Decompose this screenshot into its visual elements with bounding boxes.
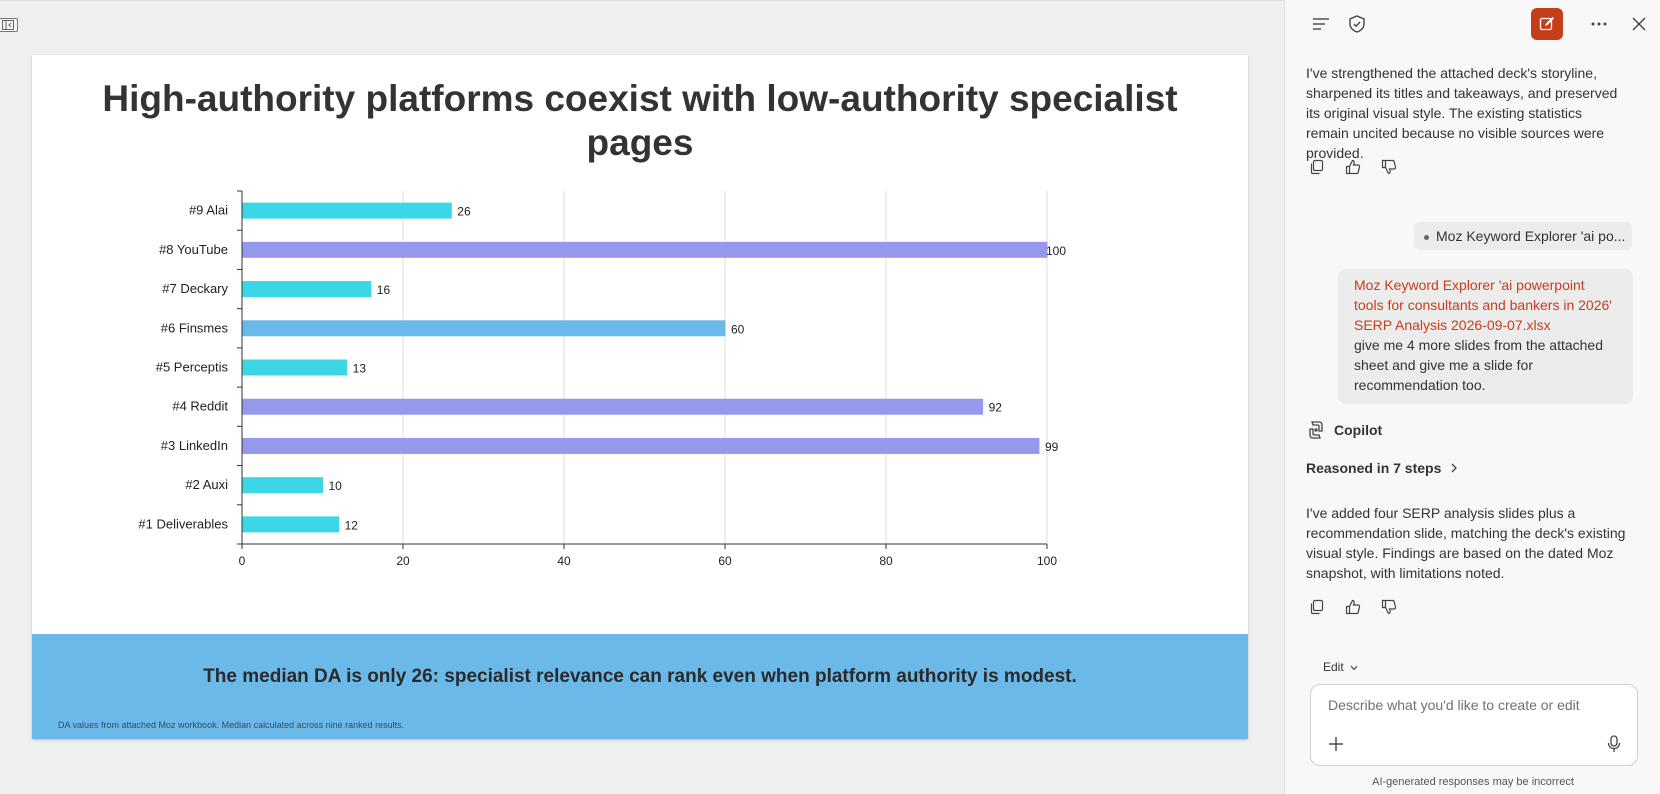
thumbs-up-icon[interactable] — [1342, 596, 1364, 618]
mode-label: Edit — [1323, 660, 1344, 674]
message-actions-2 — [1306, 596, 1400, 618]
bar — [242, 202, 452, 219]
category-label: #2 Auxi — [185, 477, 228, 492]
copy-icon[interactable] — [1306, 596, 1328, 618]
more-icon[interactable] — [1587, 12, 1611, 36]
category-label: #7 Deckary — [162, 281, 228, 296]
category-label: #6 Finsmes — [161, 320, 229, 335]
category-label: #8 YouTube — [159, 242, 228, 257]
reasoning-toggle[interactable]: Reasoned in 7 steps — [1306, 460, 1459, 476]
x-tick-label: 20 — [396, 554, 410, 568]
category-label: #9 Alai — [189, 203, 228, 218]
menu-lines-icon[interactable] — [1309, 12, 1333, 36]
copilot-icon — [1309, 421, 1323, 439]
thumbs-down-icon[interactable] — [1378, 596, 1400, 618]
mode-selector[interactable]: Edit — [1323, 660, 1358, 674]
attachment-chip-label: Moz Keyword Explorer 'ai po... — [1436, 228, 1626, 244]
x-tick-label: 100 — [1037, 554, 1057, 568]
value-label: 60 — [731, 322, 745, 336]
user-request-text: give me 4 more slides from the attached … — [1354, 337, 1604, 393]
bar — [242, 516, 340, 533]
bar — [242, 241, 1048, 258]
plus-icon[interactable] — [1325, 733, 1347, 755]
value-label: 92 — [989, 401, 1003, 415]
bar — [242, 398, 984, 415]
collapse-pane-button[interactable] — [0, 18, 18, 32]
microphone-icon[interactable] — [1603, 733, 1625, 755]
value-label: 12 — [345, 518, 359, 532]
value-label: 13 — [353, 362, 367, 376]
thumbs-up-icon[interactable] — [1342, 156, 1364, 178]
value-label: 26 — [457, 205, 471, 219]
attachment-chip[interactable]: Moz Keyword Explorer 'ai po... — [1414, 222, 1632, 250]
attachment-link[interactable]: Moz Keyword Explorer 'ai powerpoint tool… — [1354, 277, 1612, 333]
slide-canvas[interactable]: High-authority platforms coexist with lo… — [32, 55, 1248, 739]
assistant-header: Copilot — [1306, 420, 1382, 440]
panel-toolbar — [1285, 0, 1660, 48]
user-message: Moz Keyword Explorer 'ai powerpoint tool… — [1338, 269, 1633, 404]
category-label: #5 Perceptis — [156, 360, 229, 375]
bar — [242, 359, 348, 376]
takeaway-band: The median DA is only 26: specialist rel… — [32, 634, 1248, 739]
x-tick-label: 80 — [879, 554, 893, 568]
thumbs-down-icon[interactable] — [1378, 156, 1400, 178]
compose-icon — [1539, 17, 1554, 31]
bar-chart[interactable]: 0 20 40 60 80 100 #9 Alai 26 #8 YouTube 100 #7 Dec… — [32, 55, 1248, 635]
panel-collapse-icon — [2, 20, 14, 30]
value-label: 10 — [329, 479, 343, 493]
x-tick-label: 60 — [718, 554, 732, 568]
copy-icon[interactable] — [1306, 156, 1328, 178]
bar — [242, 477, 323, 494]
disclaimer: AI-generated responses may be incorrect — [1372, 776, 1574, 788]
value-label: 16 — [377, 283, 391, 297]
source-note[interactable]: DA values from attached Moz workbook. Me… — [58, 720, 404, 730]
takeaway-text[interactable]: The median DA is only 26: specialist rel… — [32, 666, 1248, 688]
x-tick-label: 40 — [557, 554, 571, 568]
chevron-down-icon — [1350, 665, 1358, 671]
value-label: 99 — [1045, 440, 1059, 454]
value-label: 100 — [1046, 244, 1066, 258]
x-tick-label: 0 — [239, 554, 246, 568]
prompt-box — [1310, 684, 1638, 766]
slide-workspace: High-authority platforms coexist with lo… — [0, 0, 1284, 794]
assistant-name: Copilot — [1334, 422, 1383, 438]
assistant-message-2: I've added four SERP analysis slides plu… — [1306, 505, 1626, 581]
bar — [242, 281, 372, 298]
message-actions-1 — [1306, 156, 1400, 178]
prompt-input[interactable] — [1328, 697, 1618, 713]
bullet-icon — [1424, 234, 1429, 240]
bar — [242, 437, 1040, 454]
compose-button[interactable] — [1531, 8, 1563, 40]
category-label: #4 Reddit — [172, 399, 228, 414]
chevron-right-icon — [1451, 463, 1458, 473]
close-icon[interactable] — [1627, 12, 1651, 36]
reasoning-label: Reasoned in 7 steps — [1306, 460, 1442, 476]
category-label: #3 LinkedIn — [161, 438, 228, 453]
assistant-message-1: I've strengthened the attached deck's st… — [1306, 65, 1618, 161]
bar — [242, 320, 726, 337]
category-label: #1 Deliverables — [138, 516, 228, 531]
shield-check-icon[interactable] — [1345, 12, 1369, 36]
copilot-panel: I've strengthened the attached deck's st… — [1284, 0, 1660, 794]
